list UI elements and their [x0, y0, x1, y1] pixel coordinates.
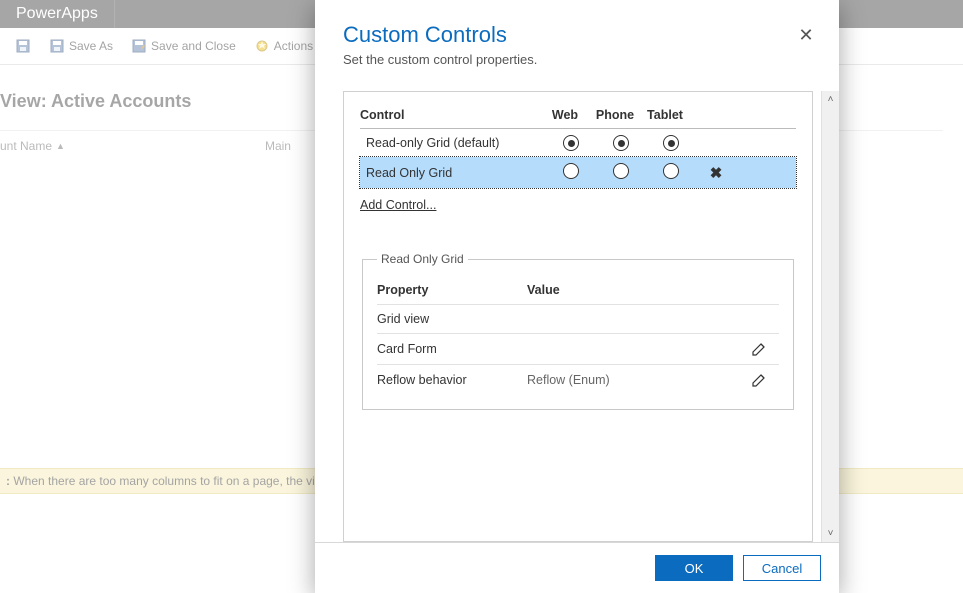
dialog-title: Custom Controls: [343, 22, 811, 48]
web-radio[interactable]: [563, 163, 579, 179]
property-name: Grid view: [377, 312, 527, 326]
property-value: Reflow (Enum): [527, 373, 751, 387]
pencil-icon: [751, 341, 767, 357]
property-name: Card Form: [377, 342, 527, 356]
pencil-icon: [751, 372, 767, 388]
phone-radio[interactable]: [613, 163, 629, 179]
phone-radio[interactable]: [613, 135, 629, 151]
tablet-radio[interactable]: [663, 135, 679, 151]
dialog-footer: OK Cancel: [315, 542, 839, 593]
cancel-button[interactable]: Cancel: [743, 555, 821, 581]
edit-property-button[interactable]: [751, 372, 767, 388]
ok-button[interactable]: OK: [655, 555, 733, 581]
control-row[interactable]: Read-only Grid (default): [360, 129, 796, 157]
property-row: Reflow behaviorReflow (Enum): [377, 365, 779, 395]
remove-control-button[interactable]: ✖: [696, 164, 736, 182]
edit-property-button[interactable]: [751, 341, 767, 357]
control-name: Read-only Grid (default): [366, 136, 546, 150]
dialog-subtitle: Set the custom control properties.: [343, 52, 811, 67]
custom-controls-dialog: Custom Controls Set the custom control p…: [315, 0, 839, 593]
control-properties-group: Read Only Grid Property Value Grid viewC…: [362, 252, 794, 410]
dialog-scrollbar[interactable]: ˄ ˅: [821, 91, 839, 542]
controls-table-header: Control Web Phone Tablet: [360, 104, 796, 129]
tablet-radio[interactable]: [663, 163, 679, 179]
web-radio[interactable]: [563, 135, 579, 151]
property-row: Grid view: [377, 305, 779, 334]
property-name: Reflow behavior: [377, 373, 527, 387]
control-row[interactable]: Read Only Grid ✖: [360, 157, 796, 188]
scroll-down-icon[interactable]: ˅: [822, 525, 839, 542]
property-row: Card Form: [377, 334, 779, 365]
scroll-up-icon[interactable]: ˄: [822, 91, 839, 108]
fieldset-legend: Read Only Grid: [377, 252, 468, 266]
add-control-link[interactable]: Add Control...: [360, 198, 436, 212]
control-name: Read Only Grid: [366, 166, 546, 180]
dialog-close-button[interactable]: ✕: [793, 22, 819, 48]
close-icon: ✕: [798, 25, 813, 46]
